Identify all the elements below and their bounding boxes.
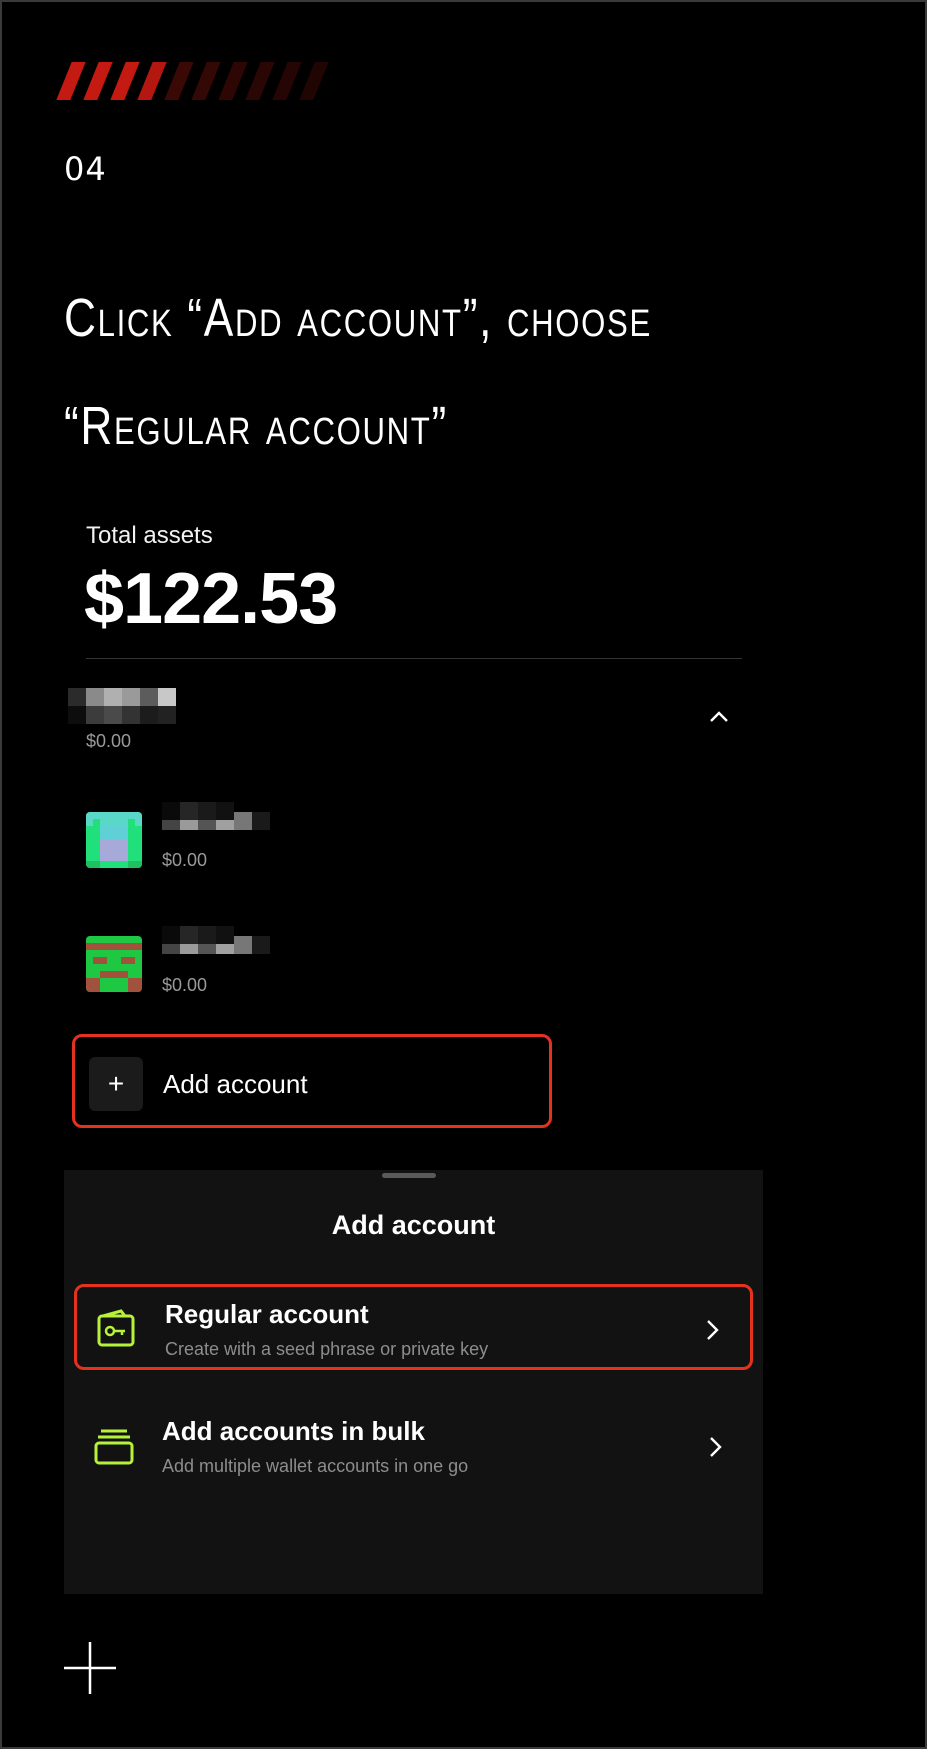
blurred-wallet-name[interactable]	[68, 688, 176, 706]
add-account-sheet: Add account Regular account Create with …	[64, 1170, 763, 1594]
step-number: 04	[64, 150, 107, 188]
plus-icon	[64, 1642, 116, 1694]
total-assets-value: $122.53	[84, 559, 338, 639]
instruction-headline: Click “Add account”, choose “Regular acc…	[64, 264, 654, 480]
sheet-title: Add account	[331, 1210, 496, 1240]
page-frame: 04 Click “Add account”, choose “Regular …	[0, 0, 927, 1749]
total-assets-label: Total assets	[86, 522, 213, 549]
sheet-drag-handle[interactable]	[382, 1173, 436, 1178]
add-account-label: Add account	[163, 1069, 308, 1099]
option-subtitle: Create with a seed phrase or private key	[165, 1339, 489, 1359]
option-subtitle: Add multiple wallet accounts in one go	[162, 1456, 469, 1476]
chevron-right-icon	[710, 1437, 722, 1457]
headline-line-1: Click “Add account”, choose	[64, 288, 652, 348]
option-title: Add accounts in bulk	[162, 1416, 425, 1446]
chevron-up-icon[interactable]	[708, 706, 730, 728]
add-accounts-bulk-option[interactable]: Add accounts in bulk Add multiple wallet…	[74, 1404, 753, 1490]
account-avatar	[86, 812, 142, 868]
divider	[86, 658, 742, 659]
regular-account-option[interactable]: Regular account Create with a seed phras…	[74, 1284, 753, 1370]
plus-icon: +	[89, 1057, 143, 1111]
account-avatar	[86, 936, 142, 992]
option-title: Regular account	[165, 1299, 369, 1329]
add-account-button[interactable]: + Add account	[72, 1034, 552, 1128]
decorative-stripes	[56, 62, 364, 102]
account-balance: $0.00	[162, 850, 208, 870]
headline-line-2: “Regular account”	[64, 396, 448, 456]
wallet-key-icon	[97, 1309, 135, 1347]
account-balance: $0.00	[162, 975, 208, 995]
chevron-right-icon	[707, 1320, 719, 1340]
stack-icon	[94, 1429, 134, 1465]
wallet-group-balance: $0.00	[86, 731, 132, 751]
